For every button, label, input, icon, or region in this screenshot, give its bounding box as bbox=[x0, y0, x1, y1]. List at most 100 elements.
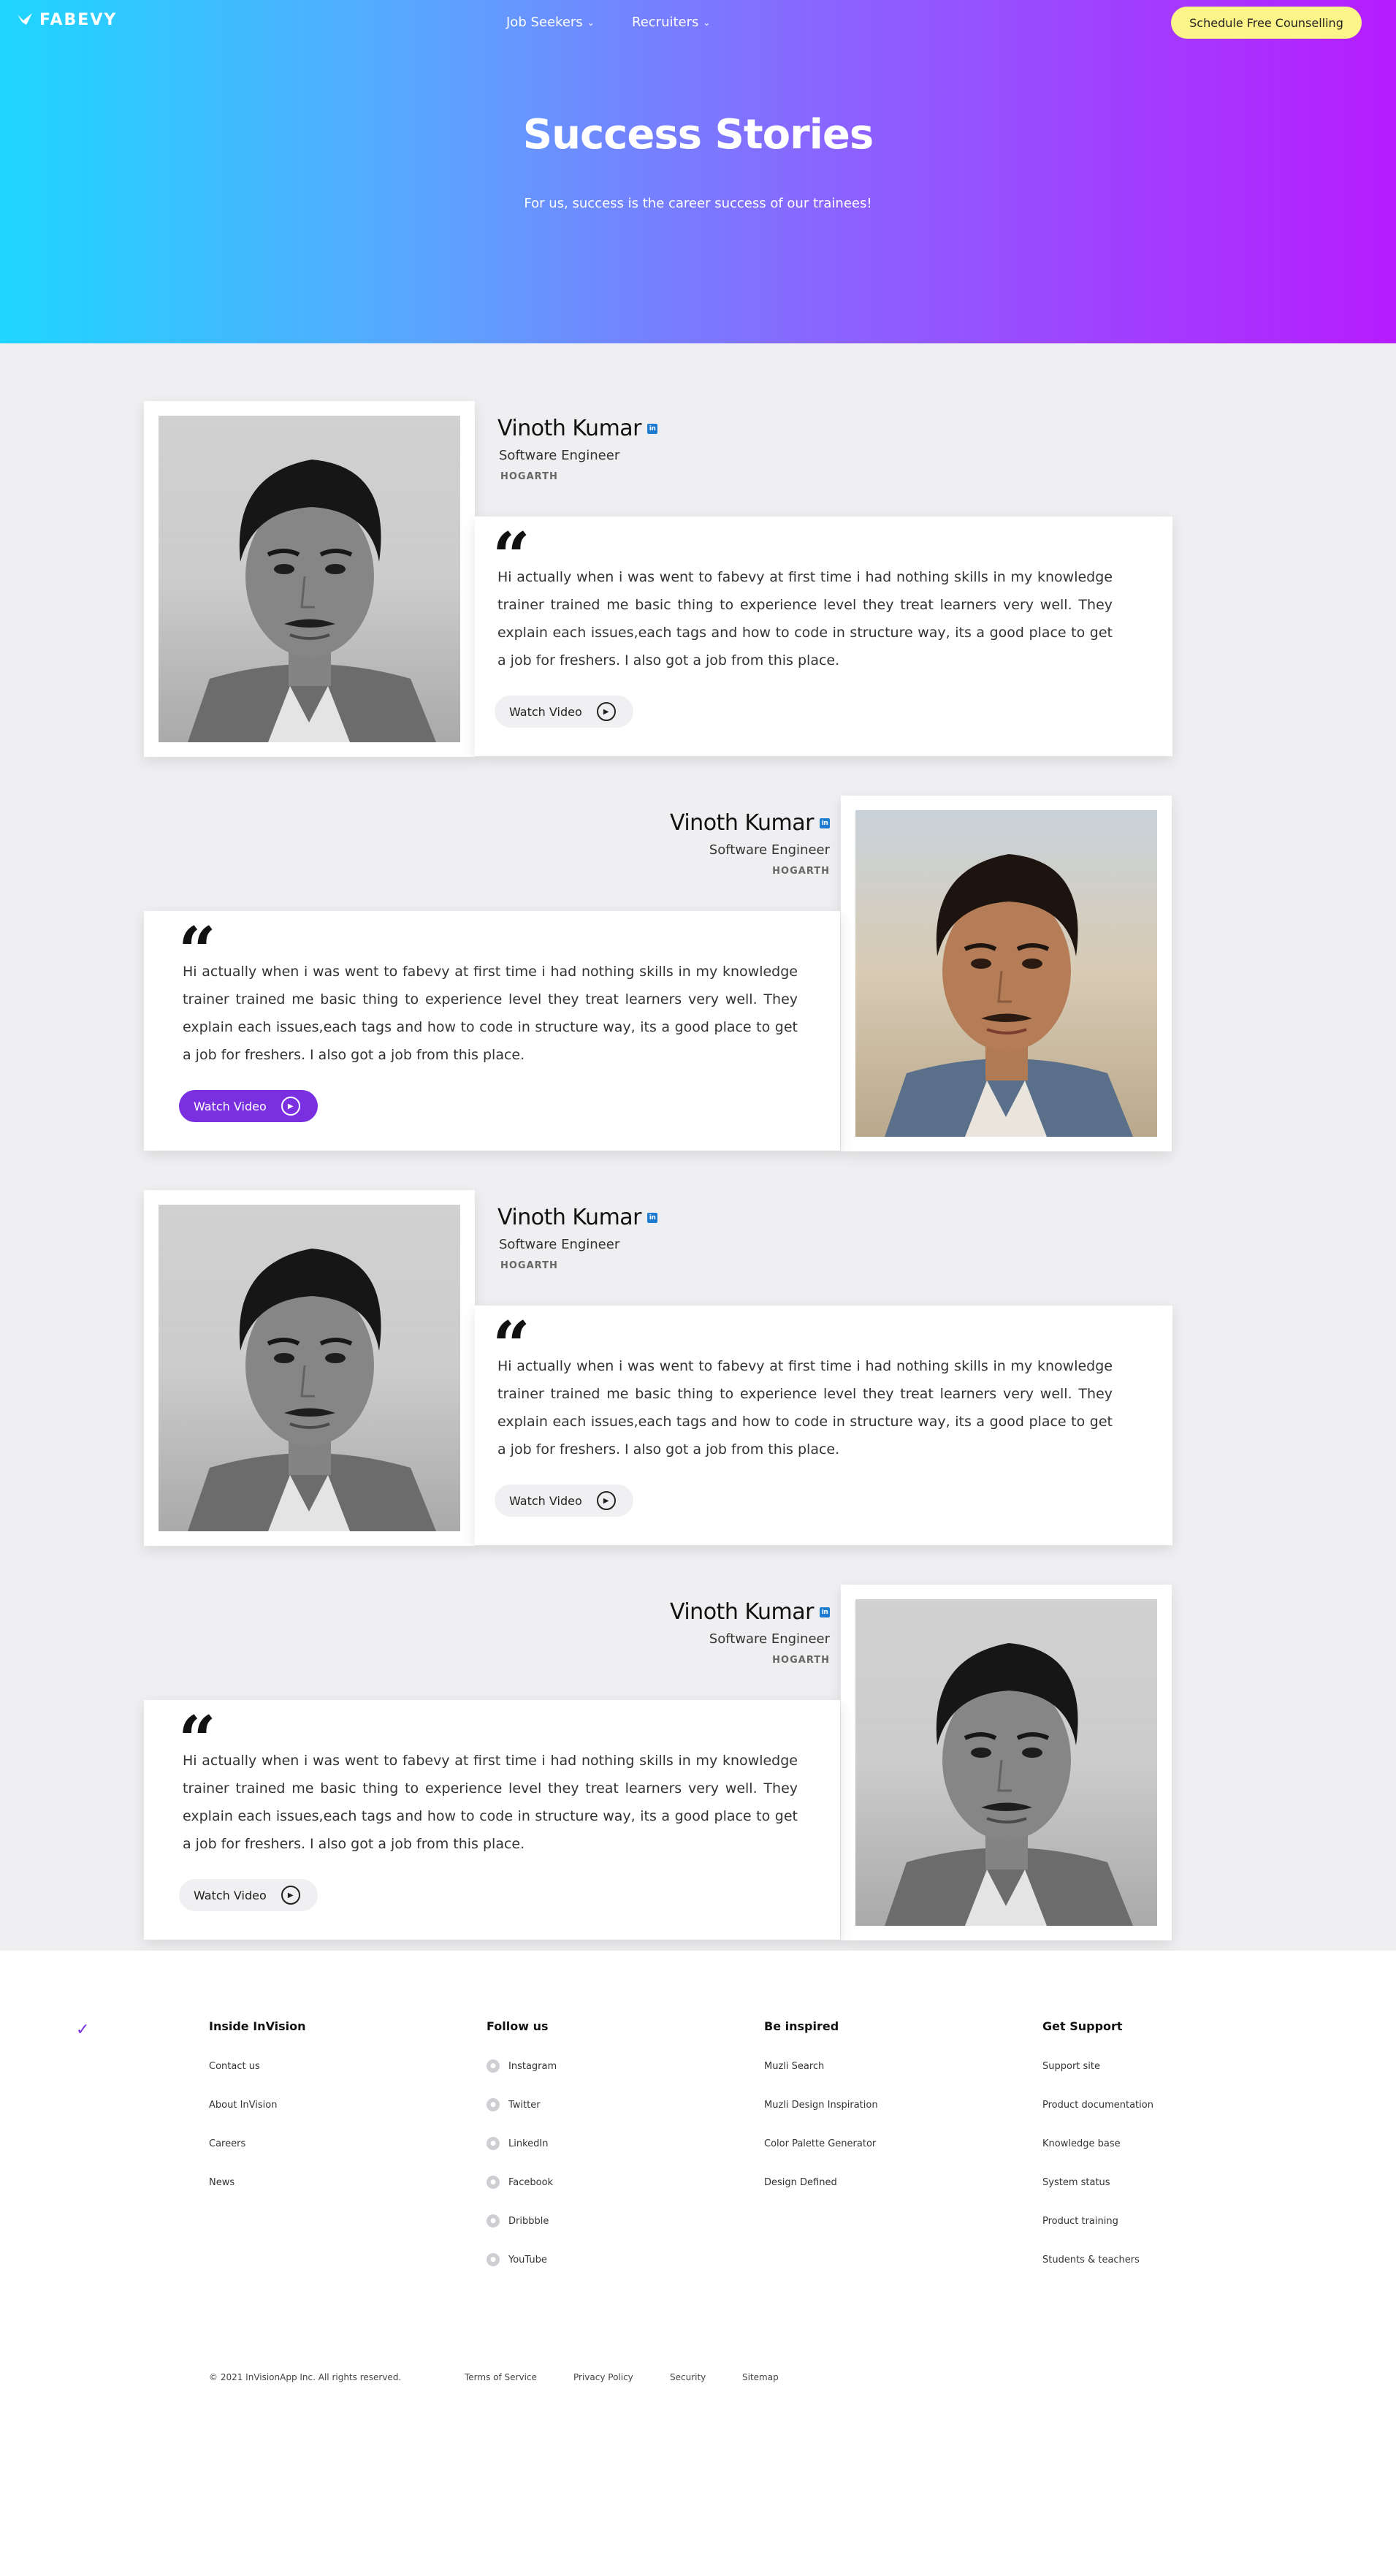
quote-card: “ Hi actually when i was went to fabevy … bbox=[144, 911, 840, 1151]
footer-link-label: Product documentation bbox=[1042, 2100, 1153, 2111]
story-quote: Hi actually when i was went to fabevy at… bbox=[497, 569, 1113, 668]
footer-link[interactable]: ● LinkedIn bbox=[487, 2137, 557, 2177]
story-photo-frame bbox=[841, 796, 1172, 1151]
logo-text: FABEVY bbox=[39, 10, 118, 29]
footer-link-label: Support site bbox=[1042, 2061, 1101, 2072]
footer-link-label: YouTube bbox=[508, 2255, 547, 2266]
page-subtitle: For us, success is the career success of… bbox=[524, 196, 872, 211]
site-logo[interactable]: FABEVY bbox=[16, 10, 117, 29]
person-name: Vinoth Kumar bbox=[669, 1599, 815, 1625]
footer-column: Inside InVision Contact us About InVision C… bbox=[209, 2019, 306, 2216]
youtube-icon: ● bbox=[487, 2253, 500, 2266]
nav-label: Job Seekers bbox=[506, 15, 583, 30]
person-name: Vinoth Kumar bbox=[497, 1205, 642, 1230]
footer-column: Be inspired Muzli Search Muzli Design Insp… bbox=[764, 2019, 878, 2216]
legal-link-terms[interactable]: Terms of Service bbox=[465, 2372, 537, 2382]
story-role: Software Engineer bbox=[499, 448, 620, 463]
footer-link-label: Muzli Search bbox=[764, 2061, 825, 2072]
footer-link[interactable]: Design Defined bbox=[764, 2177, 878, 2216]
site-footer: ✓ Inside InVision Contact us About InVisio… bbox=[0, 1951, 1396, 2576]
footer-link[interactable]: Color Palette Generator bbox=[764, 2138, 878, 2177]
footer-link[interactable]: Careers bbox=[209, 2138, 306, 2177]
watch-video-label: Watch Video bbox=[509, 1493, 582, 1508]
nav-job-seekers[interactable]: Job Seekers ⌄ bbox=[506, 15, 595, 30]
story-company: HOGARTH bbox=[772, 866, 830, 877]
footer-link[interactable]: ● YouTube bbox=[487, 2253, 557, 2293]
footer-link[interactable]: Support site bbox=[1042, 2061, 1153, 2100]
footer-link[interactable]: Students & teachers bbox=[1042, 2255, 1153, 2293]
footer-link-label: Muzli Design Inspiration bbox=[764, 2100, 878, 2111]
footer-link[interactable]: ● Twitter bbox=[487, 2098, 557, 2138]
footer-column-heading: Inside InVision bbox=[209, 2019, 306, 2033]
instagram-icon: ● bbox=[487, 2059, 500, 2073]
quote-card: “ Hi actually when i was went to fabevy … bbox=[475, 1306, 1172, 1545]
footer-link[interactable]: Knowledge base bbox=[1042, 2138, 1153, 2177]
story-quote: Hi actually when i was went to fabevy at… bbox=[183, 1753, 798, 1852]
legal-link-security[interactable]: Security bbox=[670, 2372, 706, 2382]
footer-link-label: LinkedIn bbox=[508, 2138, 549, 2149]
chevron-down-icon: ⌄ bbox=[587, 17, 595, 28]
footer-link[interactable]: News bbox=[209, 2177, 306, 2216]
footer-link[interactable]: ● Dribbble bbox=[487, 2214, 557, 2255]
hero-banner: FABEVY Job Seekers ⌄ Recruiters ⌄ Schedu… bbox=[0, 0, 1396, 343]
copyright: © 2021 InVisionApp Inc. All rights reser… bbox=[209, 2372, 402, 2382]
footer-column: Follow us ● Instagram ● Twitter ● LinkedIn ● Fac… bbox=[487, 2019, 557, 2293]
footer-link[interactable]: Muzli Search bbox=[764, 2061, 878, 2100]
story-photo-frame bbox=[841, 1585, 1172, 1940]
person-name: Vinoth Kumar bbox=[497, 416, 642, 441]
footer-link-label: Design Defined bbox=[764, 2177, 837, 2188]
legal-link-sitemap[interactable]: Sitemap bbox=[742, 2372, 779, 2382]
play-icon: ▶ bbox=[281, 1097, 300, 1116]
footer-link[interactable]: About InVision bbox=[209, 2100, 306, 2138]
footer-logo-icon[interactable]: ✓ bbox=[76, 2021, 89, 2039]
watch-video-button[interactable]: Watch Video ▶ bbox=[495, 696, 633, 728]
footer-column-heading: Be inspired bbox=[764, 2019, 839, 2033]
story-name: Vinoth Kumar in bbox=[497, 1205, 658, 1230]
chevron-down-icon: ⌄ bbox=[703, 17, 711, 28]
fabevy-logo-icon bbox=[18, 13, 32, 25]
linkedin-icon[interactable]: in bbox=[647, 423, 658, 434]
story-company: HOGARTH bbox=[772, 1655, 830, 1666]
watch-video-button[interactable]: Watch Video ▶ bbox=[179, 1879, 318, 1911]
quote-card: “ Hi actually when i was went to fabevy … bbox=[475, 517, 1172, 756]
footer-link[interactable]: Contact us bbox=[209, 2061, 306, 2100]
story-name: Vinoth Kumar in bbox=[670, 1599, 830, 1625]
footer-link-label: Dribbble bbox=[508, 2216, 549, 2227]
footer-link[interactable]: Muzli Design Inspiration bbox=[764, 2100, 878, 2138]
footer-link-label: Students & teachers bbox=[1042, 2255, 1140, 2266]
watch-video-button[interactable]: Watch Video ▶ bbox=[495, 1485, 633, 1517]
story-photo-frame bbox=[144, 1190, 475, 1546]
footer-link-label: About InVision bbox=[209, 2100, 278, 2111]
profile-photo bbox=[159, 416, 460, 742]
linkedin-icon[interactable]: in bbox=[820, 1607, 830, 1617]
linkedin-icon: ● bbox=[487, 2137, 500, 2150]
story-role: Software Engineer bbox=[709, 1631, 830, 1647]
story-role: Software Engineer bbox=[499, 1237, 620, 1252]
play-icon: ▶ bbox=[596, 1491, 616, 1510]
footer-link[interactable]: Product training bbox=[1042, 2216, 1153, 2255]
story-role: Software Engineer bbox=[709, 842, 830, 858]
legal-link-privacy[interactable]: Privacy Policy bbox=[573, 2372, 633, 2382]
footer-column: Get Support Support site Product documenta… bbox=[1042, 2019, 1153, 2293]
footer-link[interactable]: ● Facebook bbox=[487, 2176, 557, 2216]
page-title: Success Stories bbox=[522, 111, 874, 159]
nav-recruiters[interactable]: Recruiters ⌄ bbox=[632, 15, 710, 30]
footer-link-label: Contact us bbox=[209, 2061, 260, 2072]
linkedin-icon[interactable]: in bbox=[820, 818, 830, 828]
watch-video-button[interactable]: Watch Video ▶ bbox=[179, 1090, 318, 1122]
footer-link[interactable]: System status bbox=[1042, 2177, 1153, 2216]
schedule-counselling-button[interactable]: Schedule Free Counselling bbox=[1171, 7, 1362, 39]
profile-photo bbox=[159, 1205, 460, 1531]
footer-link-label: Knowledge base bbox=[1042, 2138, 1121, 2149]
footer-link[interactable]: Product documentation bbox=[1042, 2100, 1153, 2138]
footer-link-label: Twitter bbox=[508, 2100, 541, 2111]
story-company: HOGARTH bbox=[500, 1260, 558, 1271]
footer-link[interactable]: ● Instagram bbox=[487, 2059, 557, 2100]
linkedin-icon[interactable]: in bbox=[647, 1212, 658, 1223]
story-name: Vinoth Kumar in bbox=[497, 416, 658, 441]
footer-column-heading: Get Support bbox=[1042, 2019, 1123, 2033]
watch-video-label: Watch Video bbox=[194, 1888, 267, 1902]
story-quote: Hi actually when i was went to fabevy at… bbox=[497, 1358, 1113, 1457]
watch-video-label: Watch Video bbox=[194, 1099, 267, 1113]
footer-link-label: Facebook bbox=[508, 2177, 554, 2188]
